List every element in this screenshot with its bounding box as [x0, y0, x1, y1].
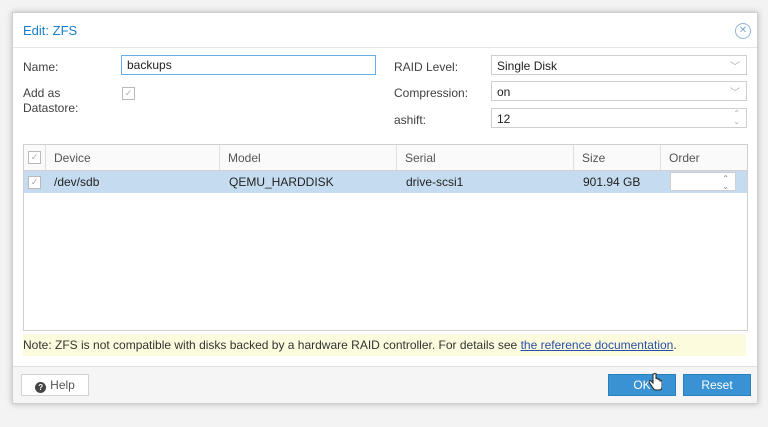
edit-zfs-dialog: Edit: ZFS ✕ Name: Add as Datastore: ✓ RA… — [12, 12, 758, 404]
column-header-model[interactable]: Model — [220, 145, 397, 170]
column-header-size[interactable]: Size — [574, 145, 661, 170]
disk-grid: ✓ Device Model Serial Size Order ✓ /dev/… — [23, 144, 748, 331]
close-icon[interactable]: ✕ — [735, 23, 751, 39]
column-header-order[interactable]: Order — [661, 145, 747, 170]
reference-docs-link[interactable]: the reference documentation — [521, 338, 674, 352]
cell-device: /dev/sdb — [54, 175, 100, 189]
cell-serial: drive-scsi1 — [406, 175, 464, 189]
grid-header: ✓ Device Model Serial Size Order — [24, 145, 747, 171]
ashift-value: 12 — [497, 112, 511, 126]
name-input[interactable] — [121, 55, 376, 75]
table-row[interactable]: ✓ /dev/sdb QEMU_HARDDISK drive-scsi1 901… — [24, 171, 747, 193]
raid-level-label: RAID Level: — [394, 60, 459, 74]
compression-label: Compression: — [394, 86, 469, 100]
add-datastore-label-line1: Add as — [23, 86, 61, 100]
chevron-down-icon: ﹀ — [730, 88, 740, 99]
ashift-spinner[interactable]: 12 ⌃ ⌄ — [491, 108, 747, 128]
compression-select[interactable]: on ﹀ — [491, 81, 747, 101]
cell-size: 901.94 GB — [583, 175, 641, 189]
add-datastore-label-line2: Datastore: — [23, 101, 79, 115]
spinner-arrows-icon[interactable]: ⌃ ⌄ — [733, 110, 740, 126]
row-checkbox[interactable]: ✓ — [28, 176, 41, 189]
name-label: Name: — [23, 60, 59, 74]
chevron-down-icon: ﹀ — [730, 62, 740, 73]
select-all-checkbox[interactable]: ✓ — [28, 151, 41, 164]
help-button-label: Help — [50, 378, 75, 392]
cell-model: QEMU_HARDDISK — [229, 175, 334, 189]
note-text: Note: ZFS is not compatible with disks b… — [23, 338, 521, 352]
column-header-device[interactable]: Device — [46, 145, 220, 170]
raid-level-select[interactable]: Single Disk ﹀ — [491, 55, 747, 75]
spinner-arrows-icon[interactable]: ⌃ ⌄ — [722, 175, 729, 191]
dialog-titlebar: Edit: ZFS ✕ — [13, 13, 757, 48]
help-button[interactable]: ? Help — [21, 374, 89, 396]
compression-value: on — [497, 85, 511, 99]
raid-level-value: Single Disk — [497, 59, 558, 73]
dialog-title: Edit: ZFS — [23, 23, 78, 38]
zfs-note: Note: ZFS is not compatible with disks b… — [23, 334, 746, 356]
add-datastore-checkbox[interactable]: ✓ — [122, 87, 135, 100]
hand-cursor-icon — [648, 373, 662, 391]
dialog-footer: ? Help OK Reset — [13, 366, 757, 403]
ok-button[interactable]: OK — [608, 374, 676, 396]
order-spinner[interactable]: ⌃ ⌄ — [670, 172, 736, 191]
column-header-serial[interactable]: Serial — [397, 145, 574, 170]
ashift-label: ashift: — [394, 113, 427, 127]
select-all-header[interactable]: ✓ — [24, 145, 46, 170]
question-icon: ? — [35, 382, 47, 393]
note-suffix: . — [673, 338, 677, 352]
reset-button[interactable]: Reset — [683, 374, 751, 396]
